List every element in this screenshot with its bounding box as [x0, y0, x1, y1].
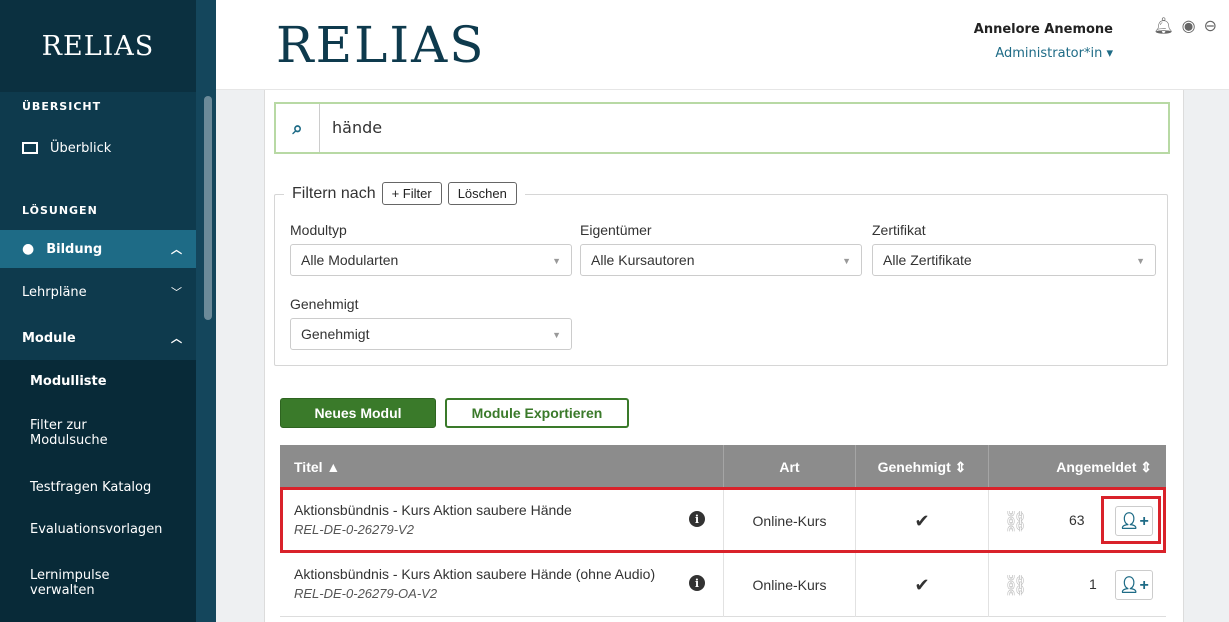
modultyp-label: Modultyp: [290, 222, 347, 238]
caret-down-icon: ▼: [552, 330, 561, 340]
approved-label: Genehmigt: [290, 296, 359, 312]
sidebar-item-label: Überblick: [50, 140, 112, 156]
filter-legend: Filtern nach + Filter Löschen: [284, 182, 525, 205]
header-logo[interactable]: RELIAS: [276, 16, 485, 74]
caret-down-icon: ▼: [1136, 256, 1145, 266]
certificate-label: Zertifikat: [872, 222, 926, 238]
new-module-button[interactable]: Neues Modul: [280, 398, 436, 428]
sidebar-item-curricula[interactable]: Lehrpläne ﹀: [0, 280, 196, 304]
owner-select[interactable]: Alle Kursautoren ▼: [580, 244, 862, 276]
sidebar-item-label: Module: [22, 330, 76, 346]
clear-filter-button[interactable]: Löschen: [447, 182, 517, 205]
sidebar-item-label: Lehrpläne: [22, 284, 87, 300]
sidebar-item-learning-impulses[interactable]: Lernimpulse verwalten: [30, 568, 110, 598]
module-code: REL-DE-0-26279-OA-V2: [294, 586, 438, 601]
approved-select[interactable]: Genehmigt ▼: [290, 318, 572, 350]
col-type-header: Art: [723, 445, 855, 489]
sidebar-item-modules[interactable]: Module ︿: [0, 320, 196, 356]
certificate-value: Alle Zertifikate: [883, 252, 972, 268]
highlight-enroll-annotation: [1101, 496, 1161, 544]
search-input[interactable]: [332, 118, 1032, 137]
search-box[interactable]: ⌕: [274, 102, 1170, 154]
user-name: Annelore Anemone: [973, 22, 1113, 37]
cell-enrolled: ⛓ 1 👤︎+: [988, 553, 1166, 617]
enrolled-count: 1: [1089, 576, 1097, 592]
export-modules-button[interactable]: Module Exportieren: [445, 398, 629, 428]
owner-label: Eigentümer: [580, 222, 652, 238]
col-title-header[interactable]: Titel ▲: [280, 445, 723, 489]
owner-value: Alle Kursautoren: [591, 252, 695, 268]
header-icons: 🔔︎ ◉ ⊖: [1153, 16, 1217, 36]
bell-icon[interactable]: 🔔︎: [1153, 16, 1173, 36]
modultyp-value: Alle Modularten: [301, 252, 399, 268]
lightbulb-icon: ●: [22, 241, 35, 257]
sidebar-item-evaluation-templates[interactable]: Evaluationsvorlagen: [30, 522, 162, 537]
caret-down-icon: ▼: [842, 256, 851, 266]
main-area: ⌕ Filtern nach + Filter Löschen Modultyp…: [216, 90, 1229, 622]
sidebar-item-module-filter[interactable]: Filter zur Modulsuche: [30, 418, 108, 448]
sidebar-item-question-catalog[interactable]: Testfragen Katalog: [30, 480, 151, 495]
sidebar-item-education[interactable]: ● Bildung ︿: [0, 230, 196, 268]
sidebar-item-overview[interactable]: Überblick: [0, 138, 196, 158]
monitor-icon: [22, 142, 38, 154]
col-approved-header[interactable]: Genehmigt ⇕: [855, 445, 988, 489]
search-icon[interactable]: ⌕: [276, 104, 320, 152]
logout-icon[interactable]: ⊖: [1204, 16, 1217, 36]
caret-down-icon: ▼: [552, 256, 561, 266]
sidebar-item-label: Bildung: [46, 241, 103, 257]
top-header: RELIAS Annelore Anemone Administrator*in…: [216, 0, 1229, 90]
chevron-down-icon: ﹀: [171, 286, 182, 299]
caret-down-icon: ▾: [1106, 46, 1113, 61]
cell-type: Online-Kurs: [723, 553, 855, 617]
modultyp-select[interactable]: Alle Modularten ▼: [290, 244, 572, 276]
sidebar-logo[interactable]: RELIAS: [0, 0, 196, 92]
table-row[interactable]: Aktionsbündnis - Kurs Aktion saubere Hän…: [280, 553, 1166, 617]
chevron-up-icon: ︿: [171, 243, 182, 256]
certificate-select[interactable]: Alle Zertifikate ▼: [872, 244, 1156, 276]
sidebar-item-module-list[interactable]: Modulliste: [30, 374, 107, 389]
link-icon[interactable]: ⛓: [1003, 573, 1028, 598]
modules-submenu: Modulliste Filter zur Modulsuche Testfra…: [0, 360, 196, 622]
cell-title: Aktionsbündnis - Kurs Aktion saubere Hän…: [280, 553, 723, 617]
add-filter-button[interactable]: + Filter: [381, 182, 442, 205]
role-selector[interactable]: Administrator*in ▾: [995, 46, 1113, 61]
filter-legend-label: Filtern nach: [292, 184, 376, 202]
sidebar-logo-text: RELIAS: [41, 30, 155, 62]
module-title[interactable]: Aktionsbündnis - Kurs Aktion saubere Hän…: [294, 566, 655, 582]
enroll-user-button[interactable]: 👤︎+: [1115, 570, 1153, 600]
chevron-up-icon: ︿: [171, 332, 182, 345]
highlight-row-annotation: [280, 487, 1166, 553]
role-label: Administrator*in: [995, 46, 1103, 61]
add-user-icon: 👤︎+: [1119, 577, 1149, 594]
user-circle-icon[interactable]: ◉: [1182, 16, 1196, 36]
sidebar: RELIAS ÜBERSICHT Überblick LÖSUNGEN ● Bi…: [0, 0, 196, 622]
sidebar-scrollbar-thumb[interactable]: [204, 96, 212, 320]
col-enrolled-header[interactable]: Angemeldet ⇕: [988, 445, 1166, 489]
check-icon: ✔: [855, 553, 988, 617]
approved-value: Genehmigt: [301, 326, 370, 342]
table-header: Titel ▲ Art Genehmigt ⇕ Angemeldet ⇕: [280, 445, 1166, 489]
info-icon[interactable]: i: [689, 575, 705, 591]
section-solutions: LÖSUNGEN: [22, 204, 98, 217]
section-overview: ÜBERSICHT: [22, 100, 102, 113]
